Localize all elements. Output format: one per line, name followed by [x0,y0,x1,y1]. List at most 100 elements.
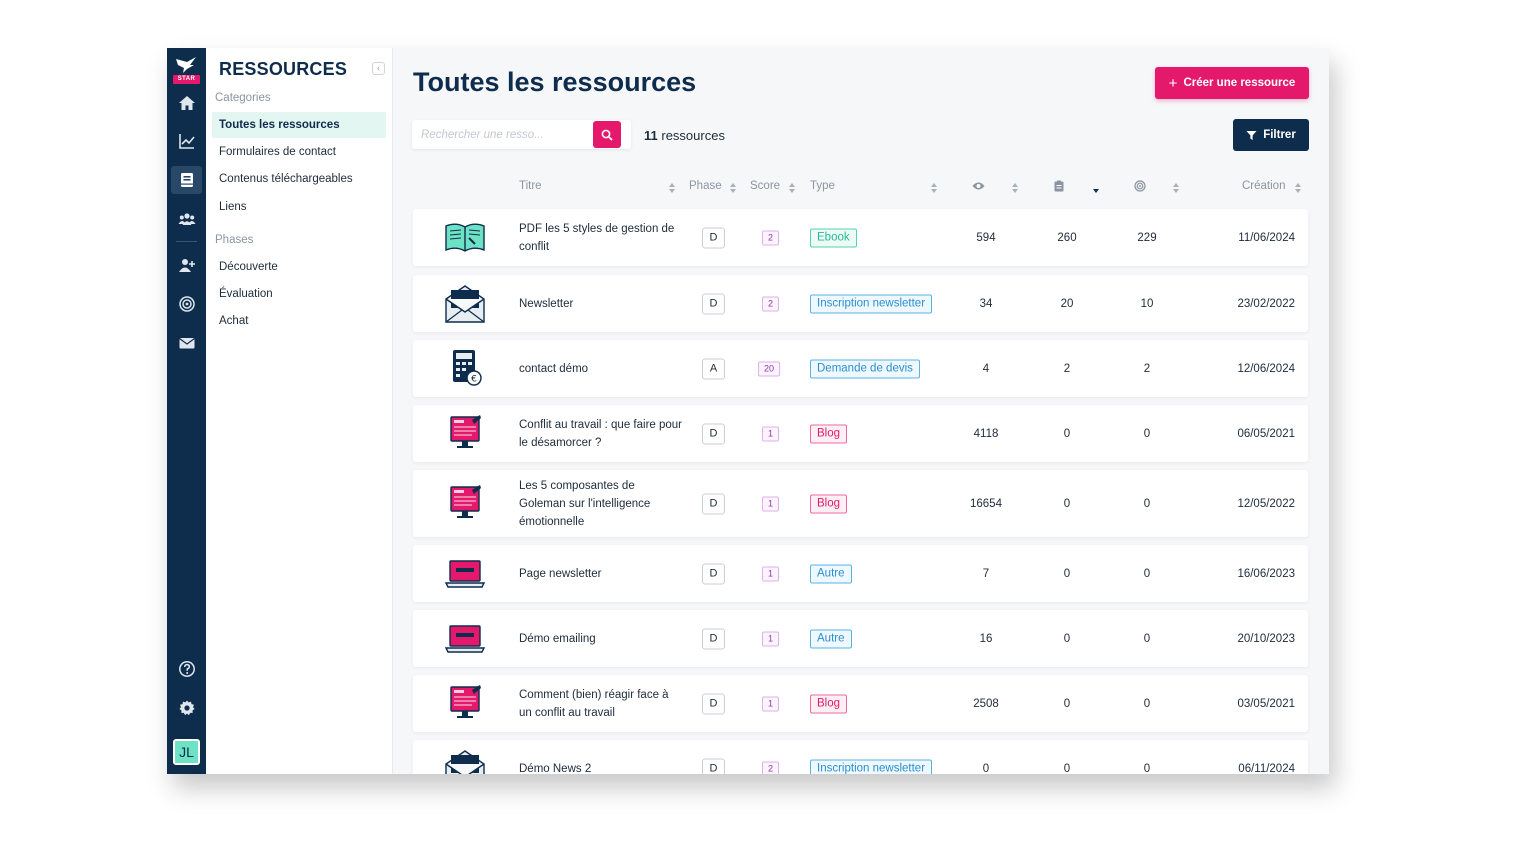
sort-type-icon[interactable] [931,183,938,193]
sort-downloads-icon[interactable] [1093,183,1100,193]
table-row[interactable]: € contact démo A 20 Demande de devis 4 2 2 12/06… [413,340,1308,397]
target-column-icon[interactable] [1134,180,1146,192]
sort-phase-icon[interactable] [730,183,737,193]
nav-mail[interactable] [167,329,206,357]
resource-title[interactable]: Démo News 2 [519,760,684,775]
nav-analytics[interactable] [167,127,206,155]
resource-thumbnail [427,550,503,598]
phase-purchase[interactable]: Achat [212,308,386,334]
views-count: 34 [979,297,993,310]
ebook-icon [445,223,485,252]
filter-label: Filtrer [1263,129,1296,141]
eye-icon[interactable] [972,181,985,191]
type-tag: Blog [810,694,848,713]
sort-targets-icon[interactable] [1173,183,1180,193]
created-date: 12/05/2022 [1237,497,1295,510]
blog-icon [450,484,481,518]
table-row[interactable]: Les 5 composantes de Goleman sur l'intel… [413,470,1308,537]
sidebar-title: RESSOURCES [219,59,348,79]
resource-title[interactable]: Page newsletter [519,565,684,583]
table-row[interactable]: Comment (bien) réagir face à un conflit … [413,675,1308,732]
created-date: 16/06/2023 [1237,567,1295,580]
column-created[interactable]: Création [1242,180,1285,192]
nav-team[interactable] [167,205,206,233]
resource-thumbnail [427,615,503,663]
envelope-icon [445,284,485,323]
resource-title[interactable]: PDF les 5 styles de gestion de conflit [519,220,684,256]
created-date: 03/05/2021 [1237,697,1295,710]
views-count: 2508 [973,697,999,710]
category-all-resources[interactable]: Toutes les ressources [212,112,386,138]
phase-evaluation[interactable]: Évaluation [212,281,386,307]
targets-count: 0 [1143,697,1151,710]
nav-add-user[interactable] [167,251,206,279]
table-row[interactable]: Démo emailing D 1 Autre 16 0 0 20/10/2023 [413,610,1308,667]
search-button[interactable] [593,121,621,148]
table-row[interactable]: Conflit au travail : que faire pour le d… [413,405,1308,462]
category-downloadable-content[interactable]: Contenus téléchargeables [212,166,386,192]
nav-help[interactable] [167,655,206,683]
search-input[interactable] [412,120,592,149]
resource-title[interactable]: Comment (bien) réagir face à un conflit … [519,686,684,722]
sort-title-icon[interactable] [669,183,676,193]
filter-button[interactable]: Filtrer [1233,119,1309,151]
views-count: 16654 [970,497,1002,510]
column-phase[interactable]: Phase [689,180,722,192]
svg-text:€: € [471,374,477,384]
nav-home[interactable] [167,89,206,117]
clipboard-icon[interactable] [1054,180,1064,192]
resource-title[interactable]: Les 5 composantes de Goleman sur l'intel… [519,477,684,531]
downloads-count: 260 [1057,231,1077,244]
type-tag: Blog [810,494,848,513]
table-row[interactable]: PDF les 5 styles de gestion de conflit D 2… [413,209,1308,266]
targets-count: 2 [1143,362,1151,375]
table-row[interactable]: Page newsletter D 1 Autre 7 0 0 16/06/2023 [413,545,1308,602]
category-links[interactable]: Liens [212,194,386,220]
phase-discovery[interactable]: Découverte [212,254,386,280]
create-resource-label: Créer une ressource [1183,77,1296,89]
views-count: 16 [979,632,993,645]
column-created-label: Création [1242,180,1286,192]
resource-count-label: ressources [661,128,725,143]
sort-score-icon[interactable] [789,183,796,193]
star-logo[interactable]: STAR [172,56,201,86]
create-resource-button[interactable]: + Créer une ressource [1155,67,1309,99]
views-count: 0 [982,762,990,775]
phase-badge: D [702,423,725,444]
column-score[interactable]: Score [750,180,780,192]
table-row[interactable]: Newsletter D 2 Inscription newsletter 34 20 10… [413,275,1308,332]
resource-title[interactable]: contact démo [519,360,684,378]
collapse-sidebar-button[interactable]: ‹ [372,62,385,75]
nav-targets[interactable] [167,290,206,318]
categories-heading: Categories [215,92,271,104]
plus-icon: + [1168,74,1178,92]
score-badge: 2 [762,296,779,311]
phase-badge: D [702,293,725,314]
targets-count: 10 [1140,297,1154,310]
column-phase-label: Phase [689,180,722,192]
avatar[interactable]: JL [173,739,200,765]
sort-created-icon[interactable] [1295,183,1302,193]
type-tag: Demande de devis [810,359,920,378]
downloads-count: 20 [1060,297,1074,310]
phases-heading: Phases [215,234,254,246]
column-type[interactable]: Type [810,180,835,192]
resource-title[interactable]: Newsletter [519,295,684,313]
downloads-count: 0 [1063,632,1071,645]
laptop-icon [444,559,486,588]
bird-logo-icon [176,57,196,73]
category-contact-forms[interactable]: Formulaires de contact [212,139,386,165]
downloads-count: 0 [1063,497,1071,510]
phase-badge: D [702,227,725,248]
help-icon [178,661,195,677]
blog-icon [450,414,481,448]
resource-count: 11 ressources [644,128,725,143]
targets-count: 229 [1137,231,1157,244]
column-title[interactable]: Titre [519,180,542,192]
resource-title[interactable]: Conflit au travail : que faire pour le d… [519,416,684,452]
table-row[interactable]: Démo News 2 D 2 Inscription newsletter 0 0 0 06… [413,740,1308,774]
sort-views-icon[interactable] [1012,183,1019,193]
resource-title[interactable]: Démo emailing [519,630,684,648]
nav-settings[interactable] [167,694,206,722]
nav-resources[interactable] [171,166,202,194]
